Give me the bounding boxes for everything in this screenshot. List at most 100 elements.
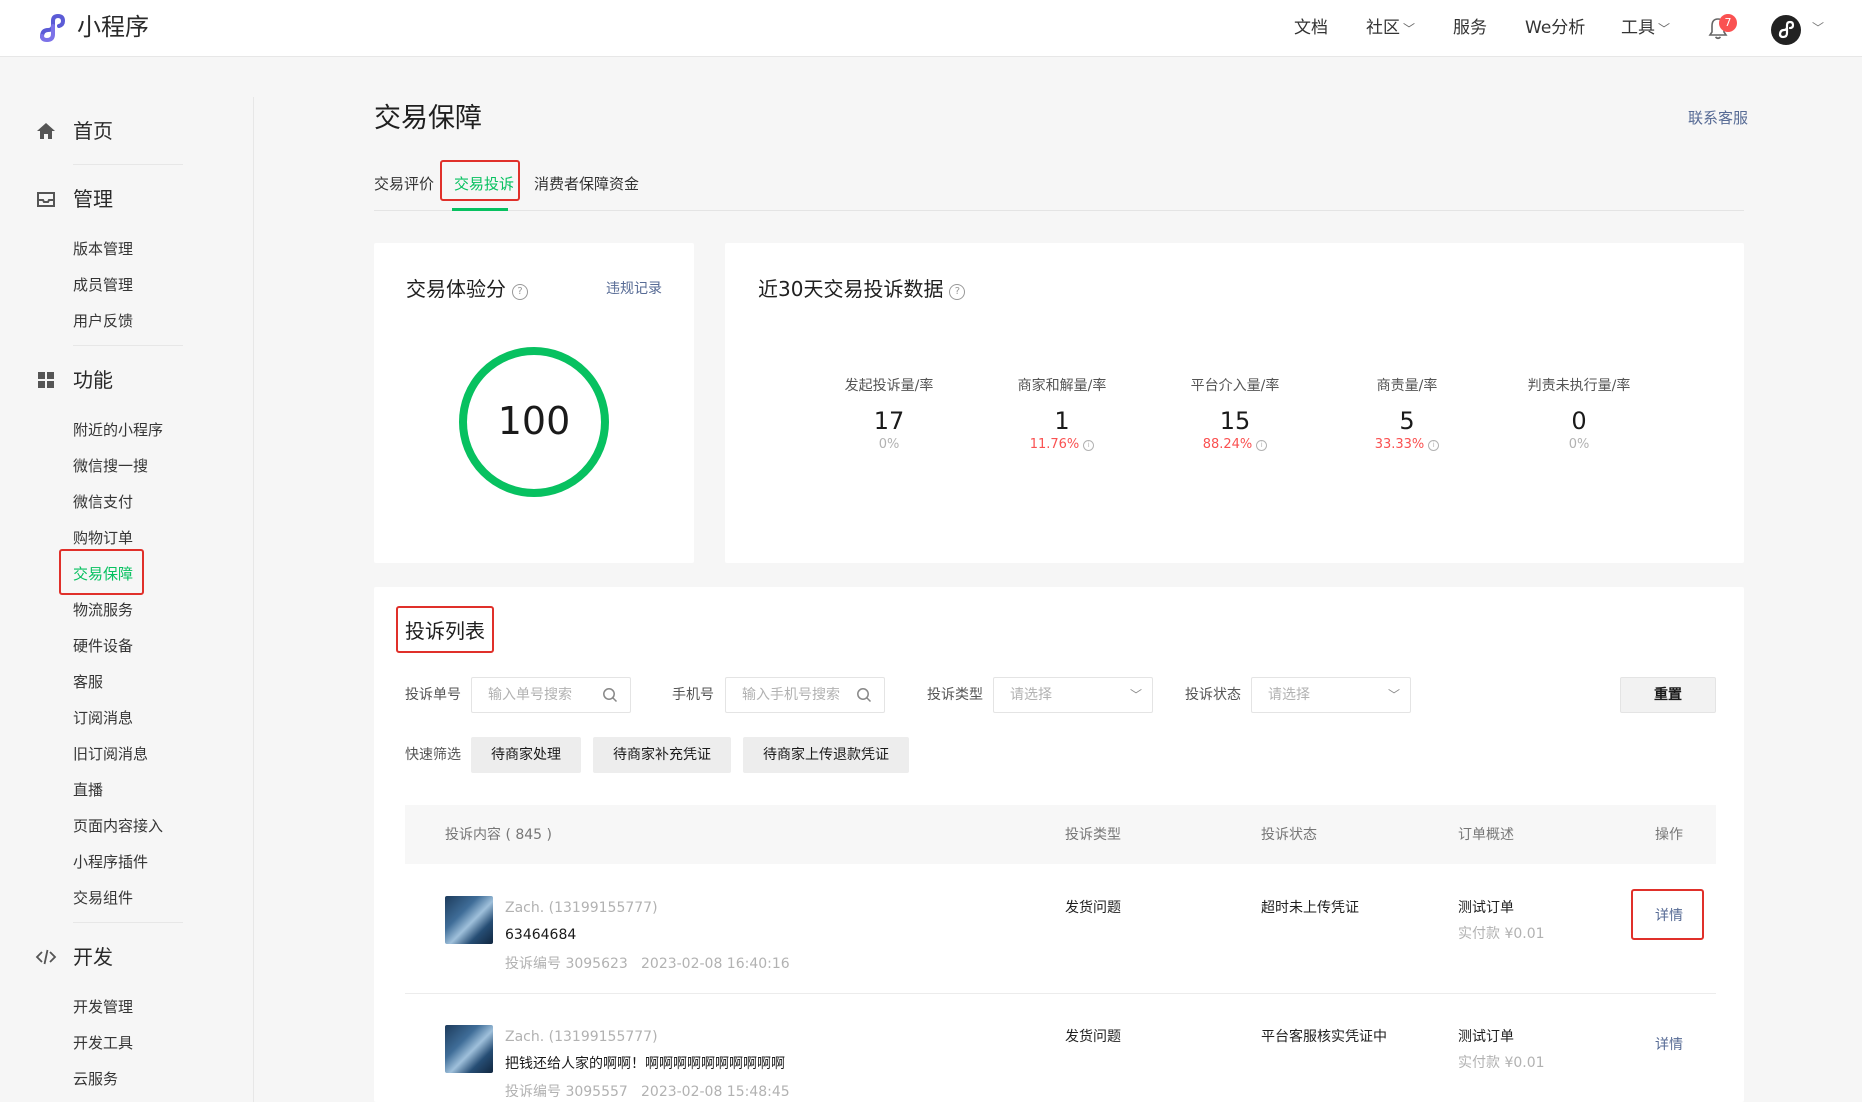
- sidebar-item-wechat-pay[interactable]: 微信支付: [73, 492, 133, 512]
- tab-trade-review[interactable]: 交易评价: [374, 174, 434, 194]
- complaint-status: 超时未上传凭证: [1261, 900, 1359, 916]
- search-icon[interactable]: [602, 687, 618, 703]
- stat-initiated: 发起投诉量/率 17 0%: [814, 376, 964, 454]
- reset-button[interactable]: 重置: [1620, 677, 1716, 713]
- top-navigation-bar: 小程序 文档 社区 ﹀ 服务 We分析 工具 ﹀ 7 ﹀: [0, 0, 1862, 57]
- sidebar-border: [253, 97, 254, 1102]
- stat-label: 商家和解量/率: [1017, 378, 1107, 394]
- filter-label-status: 投诉状态: [1185, 687, 1241, 703]
- nav-tools[interactable]: 工具 ﹀: [1621, 16, 1670, 41]
- info-icon[interactable]: i: [1428, 440, 1440, 451]
- stat-value: 1: [1054, 407, 1070, 435]
- detail-link[interactable]: 详情: [1655, 1035, 1683, 1055]
- stat-value: 17: [873, 407, 905, 435]
- experience-score: 100: [497, 399, 571, 443]
- chevron-down-icon: ﹀: [1129, 688, 1142, 702]
- stat-value: 0: [1571, 407, 1587, 435]
- complaint-thumbnail[interactable]: [445, 1025, 493, 1073]
- sidebar-item-subscription[interactable]: 订阅消息: [73, 708, 133, 728]
- filter-label-order-no: 投诉单号: [405, 687, 461, 703]
- sidebar-item-members[interactable]: 成员管理: [73, 275, 133, 295]
- complaint-number: 投诉编号 3095557: [505, 1084, 628, 1100]
- column-type: 投诉类型: [1065, 827, 1121, 843]
- column-status: 投诉状态: [1261, 827, 1317, 843]
- sidebar-item-dev-manage[interactable]: 开发管理: [73, 997, 133, 1017]
- nav-services[interactable]: 服务: [1453, 16, 1487, 40]
- stat-settled: 商家和解量/率 1 11.76% i: [987, 376, 1137, 454]
- page-title: 交易保障: [374, 103, 482, 134]
- highlight-box: [440, 160, 520, 201]
- avatar[interactable]: [1771, 15, 1801, 45]
- notification-badge: 7: [1719, 14, 1737, 32]
- contact-support-link[interactable]: 联系客服: [1688, 108, 1748, 128]
- stat-value: 15: [1219, 407, 1251, 435]
- stat-label: 发起投诉量/率: [844, 378, 934, 394]
- complaint-type-select[interactable]: 请选择 ﹀: [993, 677, 1153, 713]
- sidebar-divider: [73, 345, 183, 346]
- complaint-number: 投诉编号 3095623: [505, 956, 628, 972]
- sidebar-item-hardware[interactable]: 硬件设备: [73, 636, 133, 656]
- sidebar-section-manage[interactable]: 管理: [35, 185, 113, 213]
- info-icon[interactable]: i: [1083, 440, 1095, 451]
- complaint-user: Zach. (13199155777): [505, 1029, 658, 1045]
- sidebar-item-logistics[interactable]: 物流服务: [73, 600, 133, 620]
- stat-label: 商责量/率: [1376, 378, 1438, 394]
- complaint-user: Zach. (13199155777): [505, 900, 658, 916]
- app-title[interactable]: 小程序: [77, 12, 149, 42]
- info-icon[interactable]: i: [1256, 440, 1268, 451]
- sidebar-divider: [73, 164, 183, 165]
- sidebar-item-old-subscription[interactable]: 旧订阅消息: [73, 744, 148, 764]
- sidebar-section-features[interactable]: 功能: [35, 366, 113, 394]
- order-title: 测试订单: [1458, 900, 1514, 916]
- nav-we-analytics[interactable]: We分析: [1525, 16, 1585, 40]
- sidebar-section-home[interactable]: 首页: [35, 117, 113, 145]
- sidebar-item-shopping-orders[interactable]: 购物订单: [73, 528, 133, 548]
- filter-label-type: 投诉类型: [927, 687, 983, 703]
- sidebar-item-dev-tools[interactable]: 开发工具: [73, 1033, 133, 1053]
- miniprogram-logo-icon[interactable]: [36, 13, 70, 43]
- sidebar-item-version[interactable]: 版本管理: [73, 239, 133, 259]
- quick-filter-pending-evidence[interactable]: 待商家补充凭证: [593, 737, 731, 773]
- complaint-thumbnail[interactable]: [445, 896, 493, 944]
- complaint-time: 2023-02-08 15:48:45: [641, 1084, 790, 1100]
- sidebar-item-wechat-search[interactable]: 微信搜一搜: [73, 456, 148, 476]
- stat-merchant-liable: 商责量/率 5 33.33% i: [1332, 376, 1482, 454]
- quick-filter-label: 快速筛选: [405, 747, 461, 763]
- nav-community[interactable]: 社区 ﹀: [1366, 16, 1415, 41]
- account-chevron-down-icon[interactable]: ﹀: [1812, 19, 1824, 36]
- stat-rate: 0%: [878, 437, 900, 452]
- complaint-status-select[interactable]: 请选择 ﹀: [1251, 677, 1411, 713]
- code-icon: [35, 949, 57, 965]
- complaint-status: 平台客服核实凭证中: [1261, 1029, 1387, 1045]
- stat-value: 5: [1399, 407, 1415, 435]
- quick-filter-pending-merchant[interactable]: 待商家处理: [471, 737, 581, 773]
- sidebar-item-cloud[interactable]: 云服务: [73, 1069, 118, 1089]
- sidebar-divider: [73, 922, 183, 923]
- search-icon[interactable]: [856, 687, 872, 703]
- nav-docs[interactable]: 文档: [1294, 16, 1328, 40]
- stat-platform-intervened: 平台介入量/率 15 88.24% i: [1160, 376, 1310, 454]
- quick-filter-pending-refund-proof[interactable]: 待商家上传退款凭证: [743, 737, 909, 773]
- stat-not-executed: 判责未执行量/率 0 0%: [1504, 376, 1654, 454]
- active-tab-indicator: [452, 208, 508, 211]
- help-icon[interactable]: ?: [949, 284, 966, 300]
- help-icon[interactable]: ?: [512, 284, 528, 300]
- row-divider: [405, 993, 1716, 994]
- sidebar-item-trade-component[interactable]: 交易组件: [73, 888, 133, 908]
- tabs-divider: [374, 210, 1744, 211]
- sidebar-item-live[interactable]: 直播: [73, 780, 103, 800]
- sidebar-item-nearby[interactable]: 附近的小程序: [73, 420, 163, 440]
- highlight-box: [1631, 889, 1704, 940]
- stat-rate: 11.76% i: [987, 436, 1137, 454]
- score-card-title: 交易体验分?: [406, 276, 528, 302]
- sidebar-item-plugins[interactable]: 小程序插件: [73, 852, 148, 872]
- filter-label-phone: 手机号: [672, 687, 714, 703]
- sidebar-section-develop[interactable]: 开发: [35, 943, 113, 971]
- complaint-type: 发货问题: [1065, 1029, 1121, 1045]
- tab-consumer-fund[interactable]: 消费者保障资金: [534, 174, 639, 194]
- sidebar-item-page-content[interactable]: 页面内容接入: [73, 816, 163, 836]
- sidebar-item-feedback[interactable]: 用户反馈: [73, 311, 133, 331]
- violation-records-link[interactable]: 违规记录: [606, 279, 662, 299]
- stat-rate: 0%: [1568, 437, 1590, 452]
- sidebar-item-customer-service[interactable]: 客服: [73, 672, 103, 692]
